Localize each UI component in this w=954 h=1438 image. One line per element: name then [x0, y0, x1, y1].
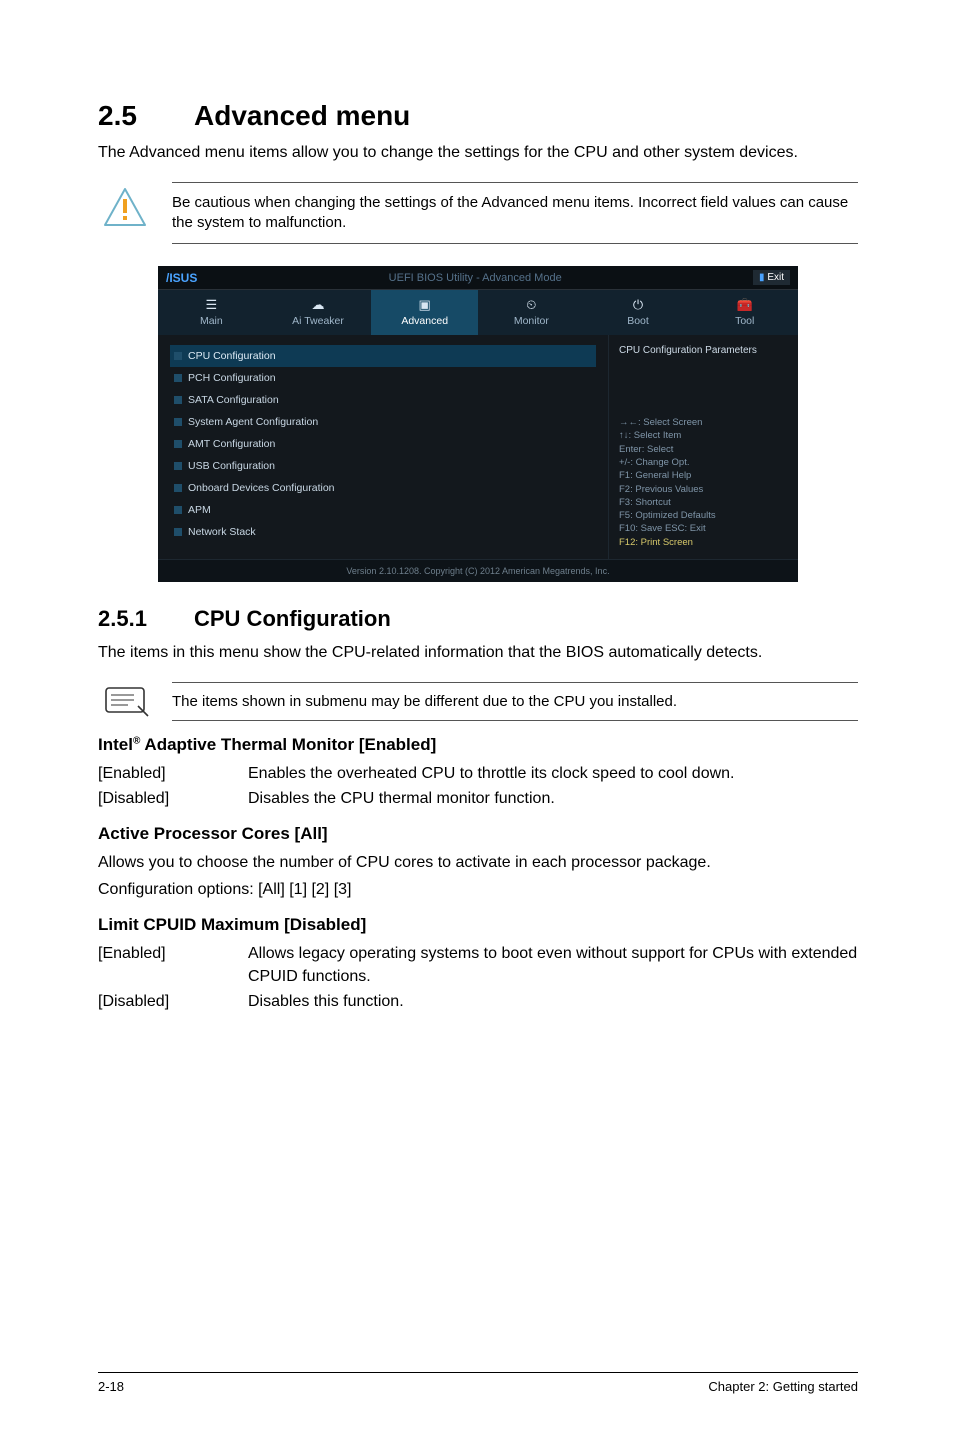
- list-icon: ☰: [162, 298, 261, 312]
- bios-tab-advanced[interactable]: ▣Advanced: [371, 290, 478, 335]
- chip-icon: ▣: [375, 298, 474, 312]
- bullet-icon: [174, 440, 182, 448]
- option-val: Disables this function.: [248, 991, 858, 1013]
- bios-tab-monitor[interactable]: ⏲Monitor: [478, 290, 585, 335]
- bios-menu-item[interactable]: AMT Configuration: [170, 433, 596, 455]
- option-heading-cores: Active Processor Cores [All]: [98, 824, 858, 844]
- caution-icon: [98, 182, 152, 232]
- bios-menu-item[interactable]: Network Stack: [170, 521, 596, 543]
- bios-menu-item[interactable]: System Agent Configuration: [170, 411, 596, 433]
- page-footer: 2-18 Chapter 2: Getting started: [98, 1372, 858, 1394]
- bios-menu-item[interactable]: PCH Configuration: [170, 367, 596, 389]
- option-key: [Enabled]: [98, 763, 248, 785]
- bios-help-title: CPU Configuration Parameters: [619, 345, 788, 356]
- option-val: Enables the overheated CPU to throttle i…: [248, 763, 858, 785]
- subsection-intro: The items in this menu show the CPU-rela…: [98, 642, 858, 664]
- bios-menu-item[interactable]: SATA Configuration: [170, 389, 596, 411]
- bios-footer: Version 2.10.1208. Copyright (C) 2012 Am…: [158, 559, 798, 582]
- note-icon: [98, 684, 152, 718]
- bullet-icon: [174, 506, 182, 514]
- option-heading-thermal: Intel® Adaptive Thermal Monitor [Enabled…: [98, 735, 858, 755]
- chapter-label: Chapter 2: Getting started: [708, 1379, 858, 1394]
- page-number: 2-18: [98, 1379, 124, 1394]
- section-intro: The Advanced menu items allow you to cha…: [98, 142, 858, 164]
- bios-window-title: UEFI BIOS Utility - Advanced Mode: [389, 272, 562, 284]
- note-text: The items shown in submenu may be differ…: [172, 682, 858, 721]
- bios-hint-line: →←: Select Screen: [619, 416, 788, 429]
- cloud-icon: ☁: [269, 298, 368, 312]
- option-val: Disables the CPU thermal monitor functio…: [248, 788, 858, 810]
- section-title-text: Advanced menu: [194, 100, 410, 131]
- caution-text: Be cautious when changing the settings o…: [172, 182, 858, 245]
- bullet-icon: [174, 396, 182, 404]
- option-row: [Disabled] Disables the CPU thermal moni…: [98, 788, 858, 810]
- option-row: [Enabled] Allows legacy operating system…: [98, 943, 858, 988]
- subsection-heading: 2.5.1CPU Configuration: [98, 606, 858, 632]
- section-number: 2.5: [98, 100, 194, 132]
- option-paragraph: Configuration options: [All] [1] [2] [3]: [98, 879, 858, 901]
- section-heading: 2.5Advanced menu: [98, 100, 858, 132]
- option-key: [Disabled]: [98, 788, 248, 810]
- note-callout: The items shown in submenu may be differ…: [98, 682, 858, 721]
- bios-hint-line: ↑↓: Select Item: [619, 429, 788, 442]
- bios-hint-line: F10: Save ESC: Exit: [619, 522, 788, 535]
- bios-tab-aitweaker[interactable]: ☁Ai Tweaker: [265, 290, 372, 335]
- bios-tab-tool[interactable]: 🧰Tool: [691, 290, 798, 335]
- bullet-icon: [174, 484, 182, 492]
- subsection-title-text: CPU Configuration: [194, 606, 391, 631]
- bios-hint-line: Enter: Select: [619, 443, 788, 456]
- bios-menu-item[interactable]: APM: [170, 499, 596, 521]
- option-row: [Enabled] Enables the overheated CPU to …: [98, 763, 858, 785]
- bios-hint-line: F5: Optimized Defaults: [619, 509, 788, 522]
- bios-hint-line: +/-: Change Opt.: [619, 456, 788, 469]
- bios-hint-line: F12: Print Screen: [619, 536, 788, 549]
- caution-callout: Be cautious when changing the settings o…: [98, 182, 858, 245]
- bios-logo: /ISUS: [166, 271, 197, 285]
- bios-screenshot: /ISUS UEFI BIOS Utility - Advanced Mode …: [158, 266, 798, 582]
- power-icon: ⏻: [589, 298, 688, 312]
- bios-hint-line: F3: Shortcut: [619, 496, 788, 509]
- tool-icon: 🧰: [695, 298, 794, 312]
- option-row: [Disabled] Disables this function.: [98, 991, 858, 1013]
- bullet-icon: [174, 374, 182, 382]
- bullet-icon: [174, 528, 182, 536]
- bullet-icon: [174, 418, 182, 426]
- bios-tab-boot[interactable]: ⏻Boot: [585, 290, 692, 335]
- option-paragraph: Allows you to choose the number of CPU c…: [98, 852, 858, 874]
- subsection-number: 2.5.1: [98, 606, 194, 632]
- bullet-icon: [174, 462, 182, 470]
- bios-tab-bar: ☰Main ☁Ai Tweaker ▣Advanced ⏲Monitor ⏻Bo…: [158, 290, 798, 335]
- bullet-icon: [174, 352, 182, 360]
- option-heading-cpuid: Limit CPUID Maximum [Disabled]: [98, 915, 858, 935]
- bios-menu-item[interactable]: Onboard Devices Configuration: [170, 477, 596, 499]
- bios-exit-button[interactable]: ▮ Exit: [753, 270, 790, 285]
- option-val: Allows legacy operating systems to boot …: [248, 943, 858, 988]
- option-key: [Disabled]: [98, 991, 248, 1013]
- bios-help-pane: CPU Configuration Parameters →←: Select …: [608, 335, 798, 559]
- bios-menu-item[interactable]: CPU Configuration: [170, 345, 596, 367]
- bios-tab-main[interactable]: ☰Main: [158, 290, 265, 335]
- monitor-icon: ⏲: [482, 298, 581, 312]
- bios-hint-line: F1: General Help: [619, 469, 788, 482]
- bios-key-hints: →←: Select Screen ↑↓: Select Item Enter:…: [619, 416, 788, 549]
- bios-hint-line: F2: Previous Values: [619, 483, 788, 496]
- option-key: [Enabled]: [98, 943, 248, 988]
- bios-menu-item[interactable]: USB Configuration: [170, 455, 596, 477]
- bios-menu-list: CPU Configuration PCH Configuration SATA…: [158, 335, 608, 559]
